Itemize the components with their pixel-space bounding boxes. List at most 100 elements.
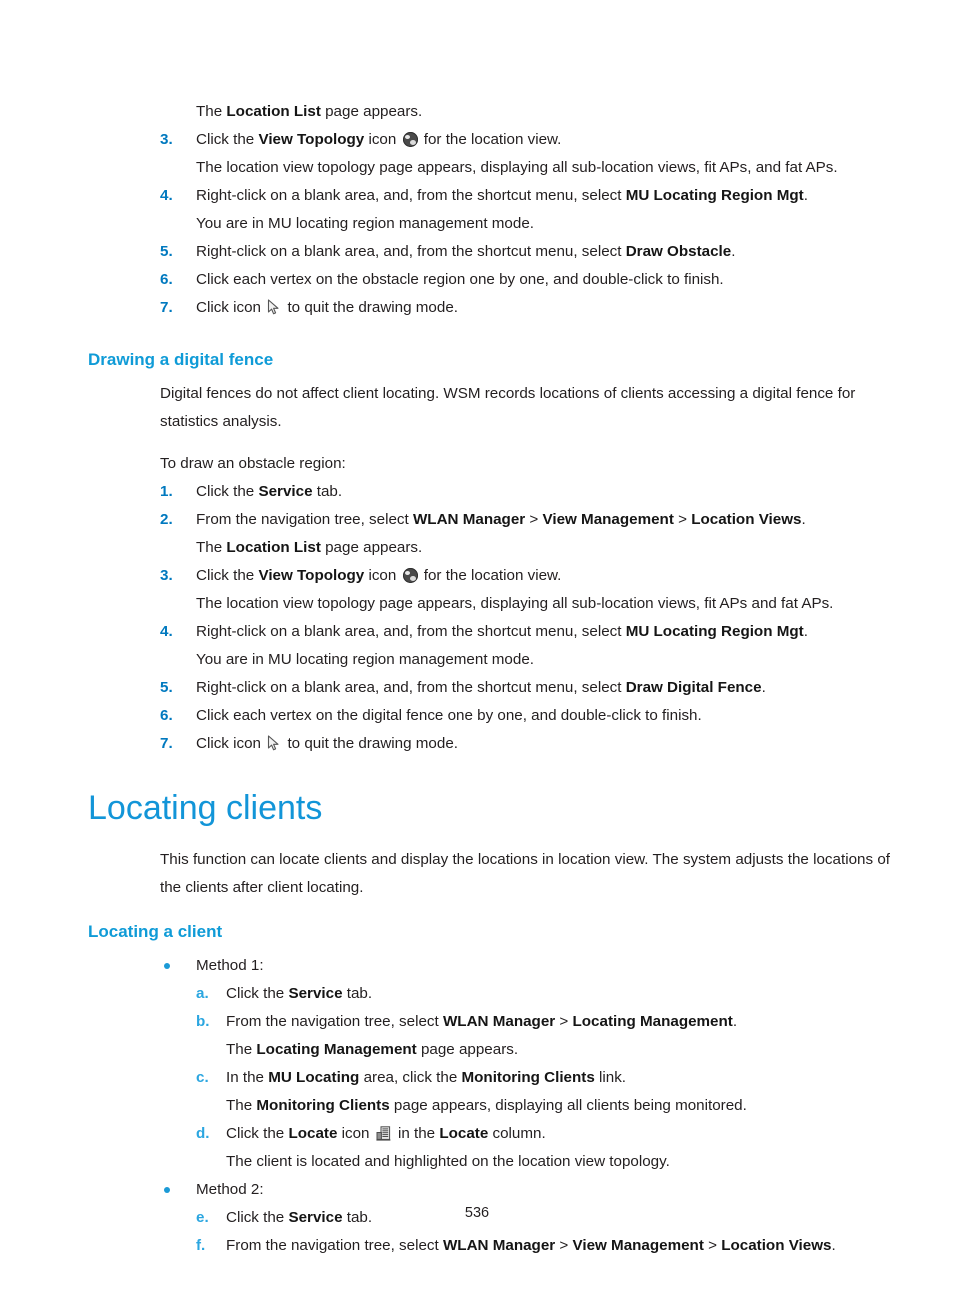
- term-locating-management: Locating Management: [256, 1041, 417, 1058]
- text-fragment: in the: [393, 1125, 440, 1142]
- text-fragment: .: [831, 1237, 836, 1254]
- step-marker: 6.: [160, 707, 173, 724]
- text-fragment: In the: [226, 1069, 269, 1086]
- term-location-views: Location Views: [721, 1237, 832, 1254]
- term-locating-management: Locating Management: [572, 1013, 733, 1030]
- text-fragment: icon: [364, 567, 401, 584]
- section-heading-locating-clients: Locating clients: [88, 789, 323, 827]
- text-fragment: .: [732, 1013, 738, 1030]
- text-fragment: for the location view.: [419, 567, 562, 584]
- text-fragment: Click each vertex on the obstacle region…: [196, 271, 724, 288]
- text-fragment: From the navigation tree, select: [226, 1013, 443, 1030]
- result-client-located: The client is located and highlighted on…: [226, 1153, 670, 1170]
- text-fragment: Right-click on a blank area, and, from t…: [196, 187, 626, 204]
- breadcrumb-separator: >: [555, 1237, 573, 1254]
- step-item: 1. Click the Service tab.: [160, 478, 890, 506]
- step-item: 6. Click each vertex on the digital fenc…: [160, 702, 890, 730]
- text-fragment: page appears, displaying all clients bei…: [389, 1097, 747, 1114]
- step-item: a. Click the Service tab.: [196, 980, 890, 1008]
- step-marker: 3.: [160, 567, 173, 584]
- text-fragment: The: [196, 103, 227, 120]
- term-mu-locating-region-mgt: MU Locating Region Mgt: [625, 623, 804, 640]
- term-location-list: Location List: [226, 103, 321, 120]
- step-item: 4. Right-click on a blank area, and, fro…: [160, 182, 890, 210]
- text-fragment: .: [801, 511, 806, 528]
- text-fragment: Click icon: [196, 735, 266, 752]
- text-fragment: to quit the drawing mode.: [283, 735, 458, 752]
- term-service-tab: Service: [258, 483, 313, 500]
- step-marker: 4.: [160, 623, 173, 640]
- step-marker: 7.: [160, 299, 173, 316]
- result-topology-page-1: The location view topology page appears,…: [196, 159, 838, 176]
- term-location-views: Location Views: [691, 511, 802, 528]
- text-fragment: Click each vertex on the digital fence o…: [196, 707, 702, 724]
- term-view-topology: View Topology: [258, 567, 365, 584]
- term-location-list: Location List: [226, 539, 321, 556]
- text-fragment: for the location view.: [419, 131, 562, 148]
- text-fragment: Right-click on a blank area, and, from t…: [196, 679, 626, 696]
- term-mu-locating: MU Locating: [268, 1069, 360, 1086]
- step-item: 5. Right-click on a blank area, and, fro…: [160, 238, 890, 266]
- text-fragment: page appears.: [416, 1041, 519, 1058]
- text-fragment: The: [196, 539, 227, 556]
- text-fragment: Click the: [226, 985, 289, 1002]
- text-fragment: .: [731, 243, 736, 260]
- text-fragment: Right-click on a blank area, and, from t…: [196, 623, 626, 640]
- term-locate-column: Locate: [439, 1125, 489, 1142]
- step-item: 7. Click icon to quit the drawing mode.: [160, 730, 890, 758]
- text-fragment: column.: [488, 1125, 546, 1142]
- text-fragment: icon: [364, 131, 401, 148]
- text-fragment: Method 1:: [196, 957, 264, 974]
- result-location-list-2: The Location List page appears.: [196, 534, 890, 562]
- list-item-method-2: Method 2:: [160, 1176, 890, 1204]
- document-page: The Location List page appears. 3. Click…: [0, 0, 954, 1296]
- text-fragment: to quit the drawing mode.: [283, 299, 458, 316]
- text-fragment: page appears.: [320, 103, 423, 120]
- step-marker: 6.: [160, 271, 173, 288]
- result-location-list-1: The Location List page appears.: [196, 98, 890, 126]
- term-mu-locating-region-mgt: MU Locating Region Mgt: [625, 187, 804, 204]
- subsection-heading-locating-a-client: Locating a client: [88, 922, 223, 941]
- step-marker: 5.: [160, 243, 173, 260]
- bullet-dot-icon: [164, 963, 170, 969]
- term-view-management: View Management: [572, 1237, 704, 1254]
- text-fragment: tab.: [312, 483, 343, 500]
- step-marker: d.: [196, 1125, 210, 1142]
- step-item: f. From the navigation tree, select WLAN…: [196, 1232, 890, 1260]
- step-item: 3. Click the View Topology icon for the …: [160, 562, 890, 590]
- term-view-management: View Management: [542, 511, 674, 528]
- subsection-heading-drawing-digital-fence: Drawing a digital fence: [88, 350, 274, 369]
- globe-icon: [402, 132, 418, 147]
- paragraph-digital-fence: Digital fences do not affect client loca…: [160, 385, 856, 430]
- step-item: 3. Click the View Topology icon for the …: [160, 126, 890, 154]
- result-mu-mode-2: You are in MU locating region management…: [196, 651, 534, 668]
- step-marker: 1.: [160, 483, 173, 500]
- text-fragment: Click icon: [196, 299, 266, 316]
- text-fragment: .: [803, 623, 808, 640]
- text-fragment: Right-click on a blank area, and, from t…: [196, 243, 626, 260]
- term-wlan-manager: WLAN Manager: [412, 511, 526, 528]
- cursor-arrow-icon: [268, 299, 279, 315]
- term-monitoring-clients: Monitoring Clients: [461, 1069, 595, 1086]
- result-locating-management-page: The Locating Management page appears.: [226, 1036, 890, 1064]
- step-item: 5. Right-click on a blank area, and, fro…: [160, 674, 890, 702]
- step-marker: f.: [196, 1237, 206, 1254]
- term-draw-digital-fence: Draw Digital Fence: [625, 679, 762, 696]
- breadcrumb-separator: >: [555, 1013, 573, 1030]
- page-number: 536: [464, 1205, 490, 1221]
- step-item: 2. From the navigation tree, select WLAN…: [160, 506, 890, 534]
- result-monitoring-clients-page: The Monitoring Clients page appears, dis…: [226, 1092, 890, 1120]
- step-marker: a.: [196, 985, 209, 1002]
- text-fragment: tab.: [342, 985, 373, 1002]
- breadcrumb-separator: >: [703, 1237, 722, 1254]
- list-item-method-1: Method 1:: [160, 952, 890, 980]
- step-marker: b.: [196, 1013, 210, 1030]
- text-fragment: .: [803, 187, 808, 204]
- text-fragment: .: [761, 679, 766, 696]
- term-service-tab: Service: [288, 985, 343, 1002]
- term-draw-obstacle: Draw Obstacle: [625, 243, 732, 260]
- bullet-dot-icon: [164, 1187, 170, 1193]
- text-fragment: From the navigation tree, select: [226, 1237, 443, 1254]
- step-item: c. In the MU Locating area, click the Mo…: [196, 1064, 890, 1092]
- text-fragment: Click the: [196, 483, 259, 500]
